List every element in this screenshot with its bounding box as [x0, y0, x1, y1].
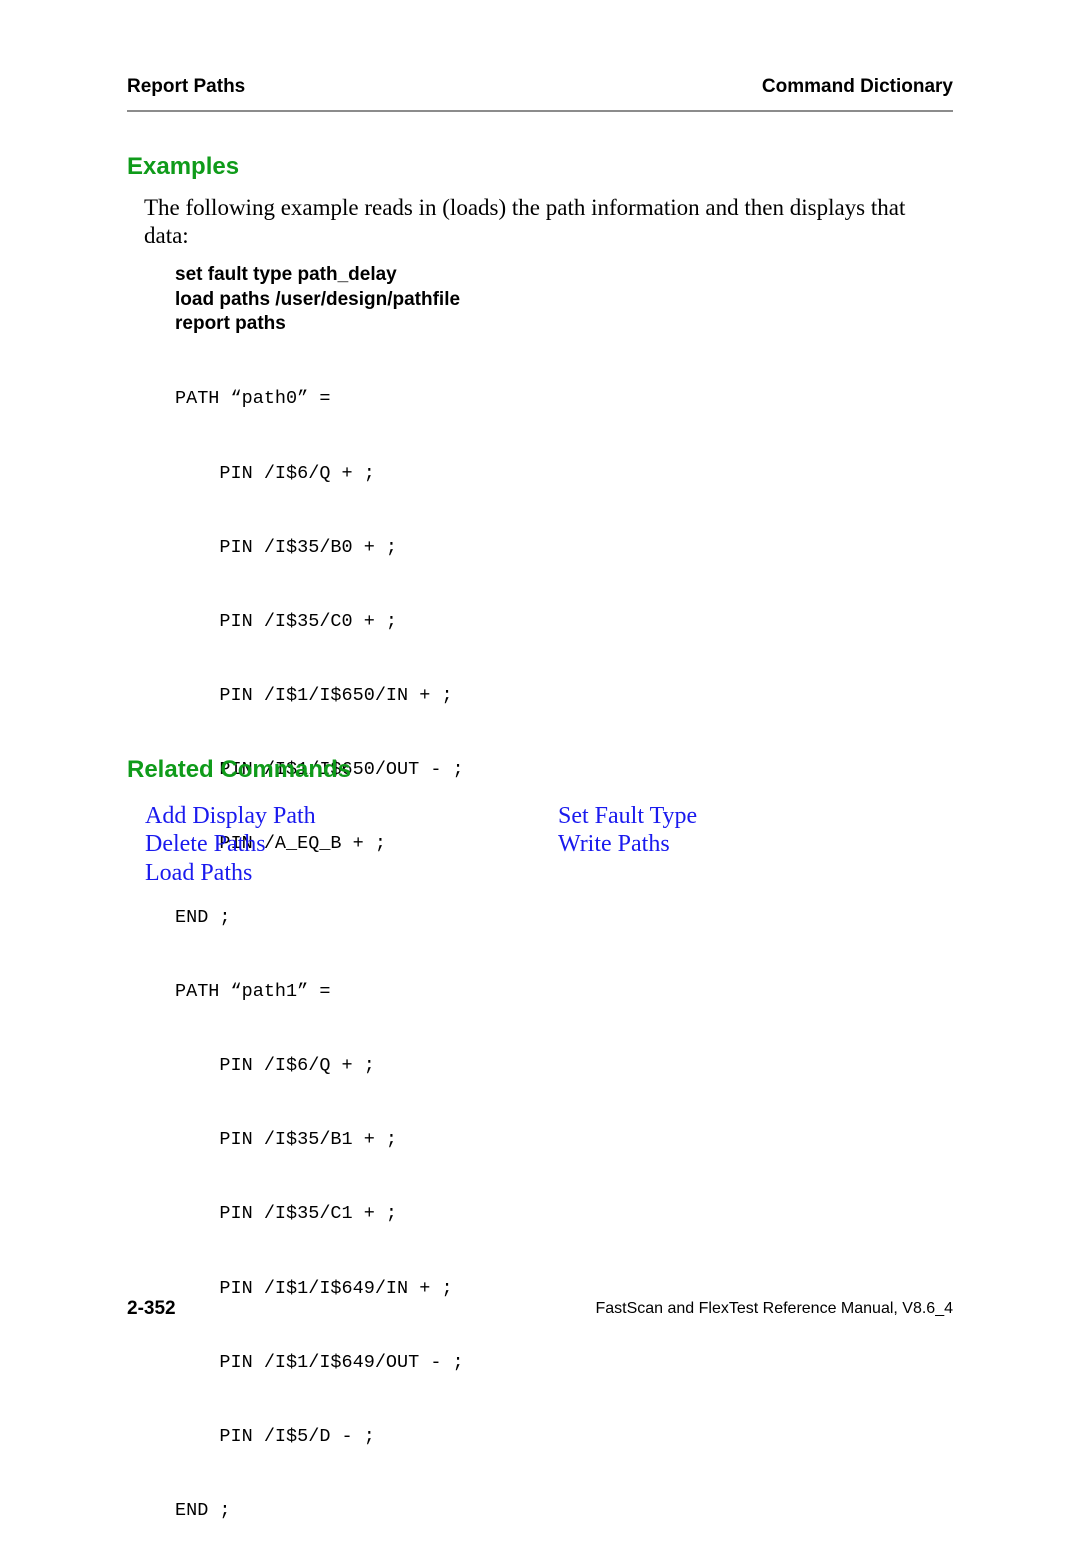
link-add-display-path[interactable]: Add Display Path [145, 802, 316, 830]
output-line: PIN /I$1/I$649/OUT - ; [175, 1351, 464, 1373]
output-line: PIN /I$35/C0 + ; [175, 610, 398, 632]
output-line: PIN /I$1/I$649/IN + ; [175, 1277, 453, 1299]
link-load-paths[interactable]: Load Paths [145, 859, 316, 887]
command-line: set fault type path_delay [175, 264, 397, 285]
command-line: load paths /user/design/pathfile [175, 288, 461, 310]
link-write-paths[interactable]: Write Paths [558, 830, 697, 858]
page-number: 2-352 [127, 1298, 176, 1319]
running-header-chapter: Command Dictionary [761, 76, 953, 97]
output-line: PATH “path1” = [175, 981, 331, 1003]
examples-heading: Examples [127, 153, 240, 180]
running-header-section: Report Paths [127, 76, 246, 97]
manual-title: FastScan and FlexTest Reference Manual, … [595, 1300, 953, 1317]
link-set-fault-type[interactable]: Set Fault Type [558, 802, 697, 830]
output-line: PIN /I$6/Q + ; [175, 1055, 375, 1077]
related-links-right-column: Set Fault Type Write Paths [558, 802, 697, 859]
example-commands: set fault type path_delay load paths /us… [175, 263, 460, 337]
examples-intro-paragraph: The following example reads in (loads) t… [144, 195, 906, 248]
related-links-left-column: Add Display Path Delete Paths Load Paths [145, 802, 316, 887]
output-line: PATH “path0” = [175, 388, 331, 410]
output-line: END ; [175, 1499, 231, 1521]
command-line: report paths [175, 313, 286, 334]
report-output: PATH “path0” = PIN /I$6/Q + ; PIN /I$35/… [175, 338, 464, 1548]
link-delete-paths[interactable]: Delete Paths [145, 830, 316, 858]
output-line: PIN /I$1/I$650/IN + ; [175, 684, 453, 706]
output-line: PIN /I$35/C1 + ; [175, 1203, 398, 1225]
output-line: PIN /I$5/D - ; [175, 1425, 375, 1447]
output-line: PIN /I$6/Q + ; [175, 462, 375, 484]
output-line: PIN /I$35/B0 + ; [175, 536, 398, 558]
related-commands-heading: Related Commands [127, 756, 352, 783]
header-rule [127, 110, 953, 112]
output-line: PIN /I$35/B1 + ; [175, 1129, 398, 1151]
output-line: END ; [175, 907, 231, 929]
